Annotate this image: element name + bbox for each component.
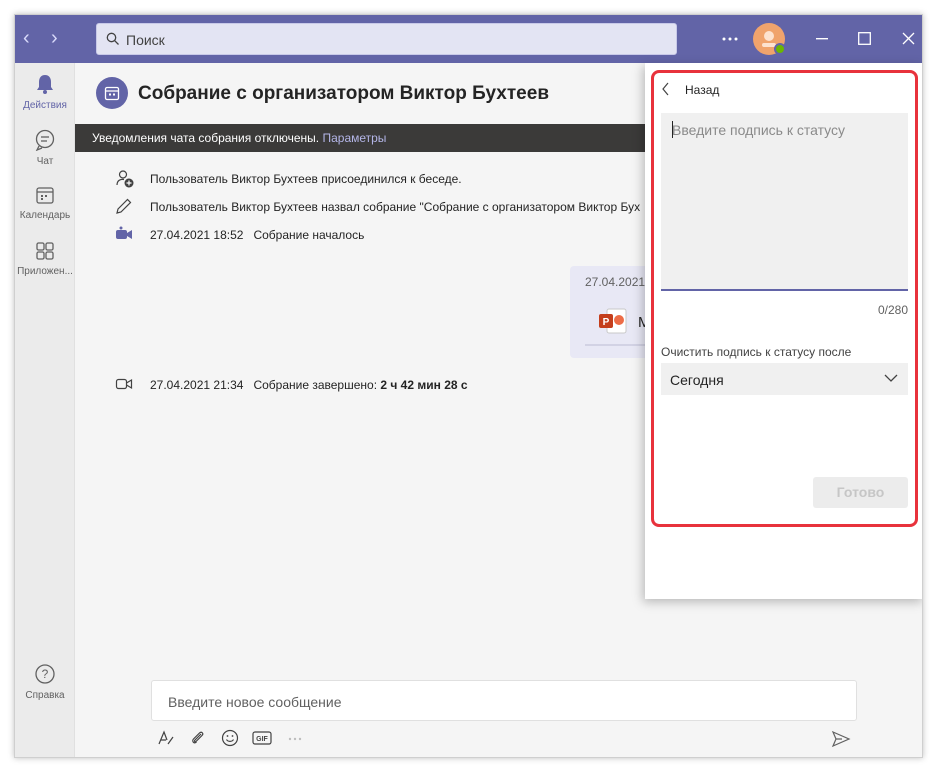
- page-title: Собрание с организатором Виктор Бухтеев: [138, 83, 549, 104]
- rail-label-apps: Приложен...: [17, 266, 73, 277]
- banner-text: Уведомления чата собрания отключены.: [92, 131, 323, 145]
- bell-icon: [37, 75, 53, 94]
- more-options-icon[interactable]: [722, 37, 738, 41]
- rail-label-chat: Чат: [36, 156, 54, 167]
- format-icon[interactable]: [157, 729, 175, 747]
- rail-item-chat[interactable]: Чат: [15, 129, 75, 167]
- rail-item-apps[interactable]: Приложен...: [15, 241, 75, 277]
- chat-icon: [35, 129, 55, 152]
- rail-label-activity: Действия: [23, 100, 67, 111]
- minimize-icon[interactable]: [816, 38, 828, 40]
- attach-icon[interactable]: [189, 729, 207, 747]
- compose-placeholder: Введите новое сообщение: [168, 694, 342, 710]
- event-text: Пользователь Виктор Бухтеев присоединилс…: [150, 172, 462, 186]
- presence-available-icon: [774, 43, 786, 55]
- pencil-icon: [116, 198, 132, 214]
- app-rail: Действия Чат Календарь Приложен... ? Спр…: [15, 63, 75, 757]
- compose-input[interactable]: Введите новое сообщение: [151, 680, 857, 721]
- close-icon[interactable]: [902, 32, 915, 45]
- event-time: 27.04.2021 21:34: [150, 378, 244, 392]
- rail-item-calendar[interactable]: Календарь: [15, 185, 75, 221]
- event-text: Пользователь Виктор Бухтеев назвал собра…: [150, 200, 641, 214]
- svg-text:?: ?: [42, 667, 49, 681]
- event-text: Собрание завершено:: [253, 378, 381, 392]
- maximize-icon[interactable]: [858, 32, 871, 45]
- meeting-avatar: [96, 77, 128, 109]
- title-bar: ‹ › Поиск: [15, 15, 922, 63]
- event-text: Собрание началось: [253, 228, 365, 242]
- search-icon: [106, 32, 119, 45]
- rail-label-calendar: Календарь: [19, 210, 71, 221]
- more-icon[interactable]: [288, 737, 302, 741]
- user-add-icon: [116, 170, 134, 188]
- settings-link[interactable]: Параметры: [322, 131, 386, 145]
- apps-icon: [36, 242, 54, 260]
- message-date: 27.04.2021: [585, 275, 646, 289]
- rail-item-help[interactable]: ? Справка: [15, 663, 75, 701]
- event-time: 27.04.2021 18:52: [150, 228, 244, 242]
- rail-label-help: Справка: [25, 690, 65, 701]
- svg-text:P: P: [603, 317, 610, 328]
- emoji-icon[interactable]: [221, 729, 239, 747]
- search-placeholder: Поиск: [126, 32, 165, 48]
- powerpoint-icon: P: [599, 308, 627, 334]
- video-end-icon: [115, 378, 133, 390]
- video-icon: [116, 226, 132, 239]
- calendar-icon: [104, 86, 120, 101]
- svg-text:GIF: GIF: [256, 736, 268, 743]
- search-input[interactable]: Поиск: [96, 23, 677, 55]
- gif-icon[interactable]: GIF: [252, 729, 272, 747]
- send-icon[interactable]: [831, 729, 851, 749]
- highlight-frame: [651, 70, 918, 527]
- help-icon: ?: [35, 664, 55, 684]
- event-duration: 2 ч 42 мин 28 с: [380, 378, 468, 392]
- back-arrow-icon[interactable]: ‹: [23, 27, 30, 49]
- forward-arrow-icon[interactable]: ›: [51, 27, 58, 49]
- rail-item-activity[interactable]: Действия: [15, 73, 75, 111]
- calendar-icon: [36, 187, 54, 204]
